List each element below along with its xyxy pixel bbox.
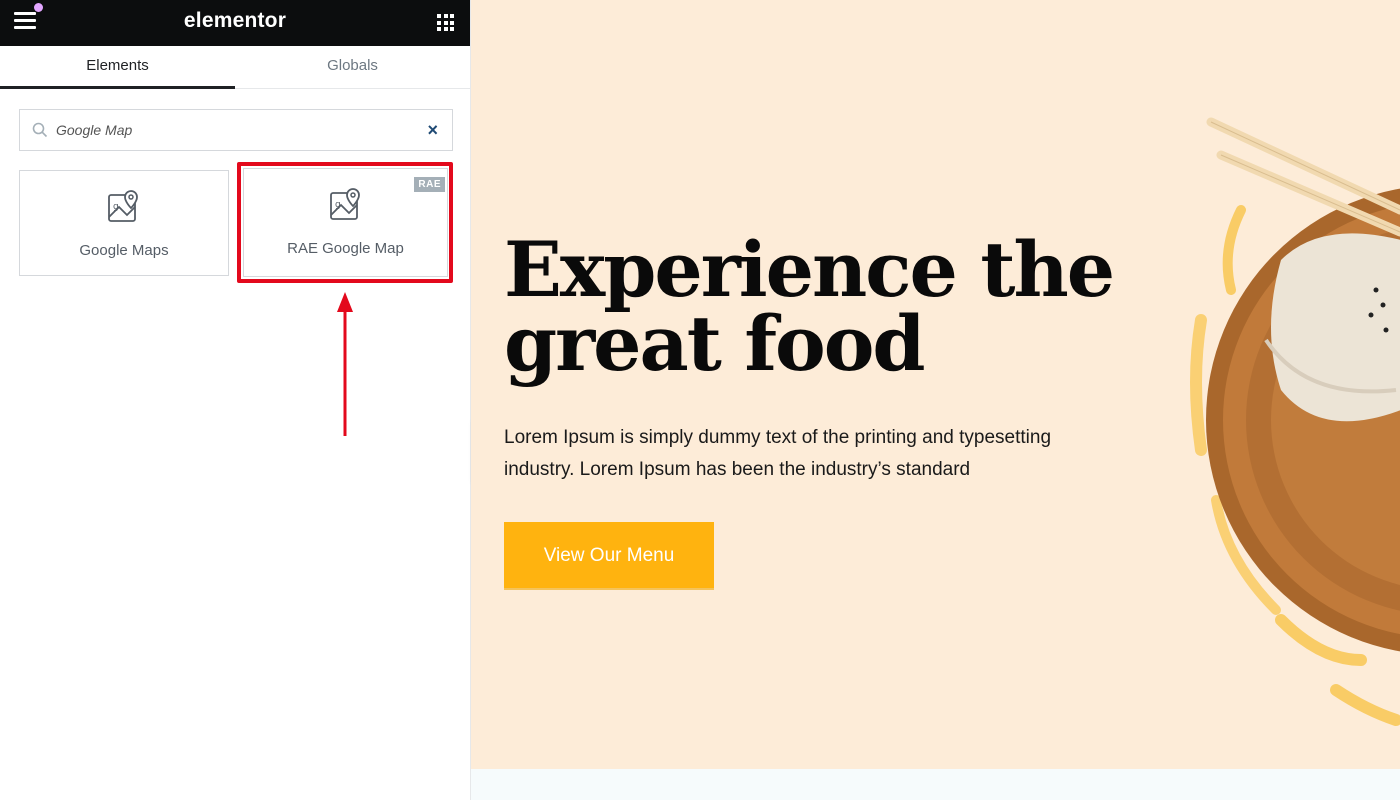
map-pin-icon: g bbox=[329, 188, 360, 220]
panel-tabs: Elements Globals bbox=[0, 46, 470, 89]
tab-elements[interactable]: Elements bbox=[0, 46, 235, 89]
clear-search-icon[interactable]: × bbox=[427, 120, 438, 140]
search-input[interactable] bbox=[56, 110, 416, 150]
view-menu-button[interactable]: View Our Menu bbox=[504, 522, 714, 590]
tab-globals[interactable]: Globals bbox=[235, 46, 470, 88]
widget-label: Google Maps bbox=[79, 242, 169, 259]
next-section bbox=[471, 769, 1400, 800]
dumpling-plate-image bbox=[1190, 117, 1400, 726]
panel-header: elementor bbox=[0, 0, 470, 46]
elementor-logo: elementor bbox=[183, 9, 287, 32]
hero-paragraph: Lorem Ipsum is simply dummy text of the … bbox=[504, 427, 1052, 480]
svg-text:g: g bbox=[113, 202, 119, 212]
svg-text:g: g bbox=[335, 200, 341, 210]
widget-label: RAE Google Map bbox=[287, 240, 404, 257]
page-canvas: Experience the great food Lorem Ipsum is… bbox=[471, 0, 1400, 800]
widgets-grid-icon[interactable] bbox=[437, 14, 454, 31]
arrow-up-icon bbox=[337, 292, 353, 436]
widget-rae-google-map[interactable]: RAE g RAE Google Map bbox=[243, 168, 448, 277]
search-icon bbox=[32, 122, 48, 138]
map-pin-icon: g bbox=[108, 190, 138, 222]
rae-badge: RAE bbox=[414, 177, 445, 192]
widget-search: × bbox=[19, 109, 453, 151]
hero-headline: Experience the great food bbox=[504, 225, 1115, 388]
widget-google-maps[interactable]: g Google Maps bbox=[19, 170, 229, 276]
elementor-panel: elementor Elements Globals × g Google Ma… bbox=[0, 0, 471, 800]
